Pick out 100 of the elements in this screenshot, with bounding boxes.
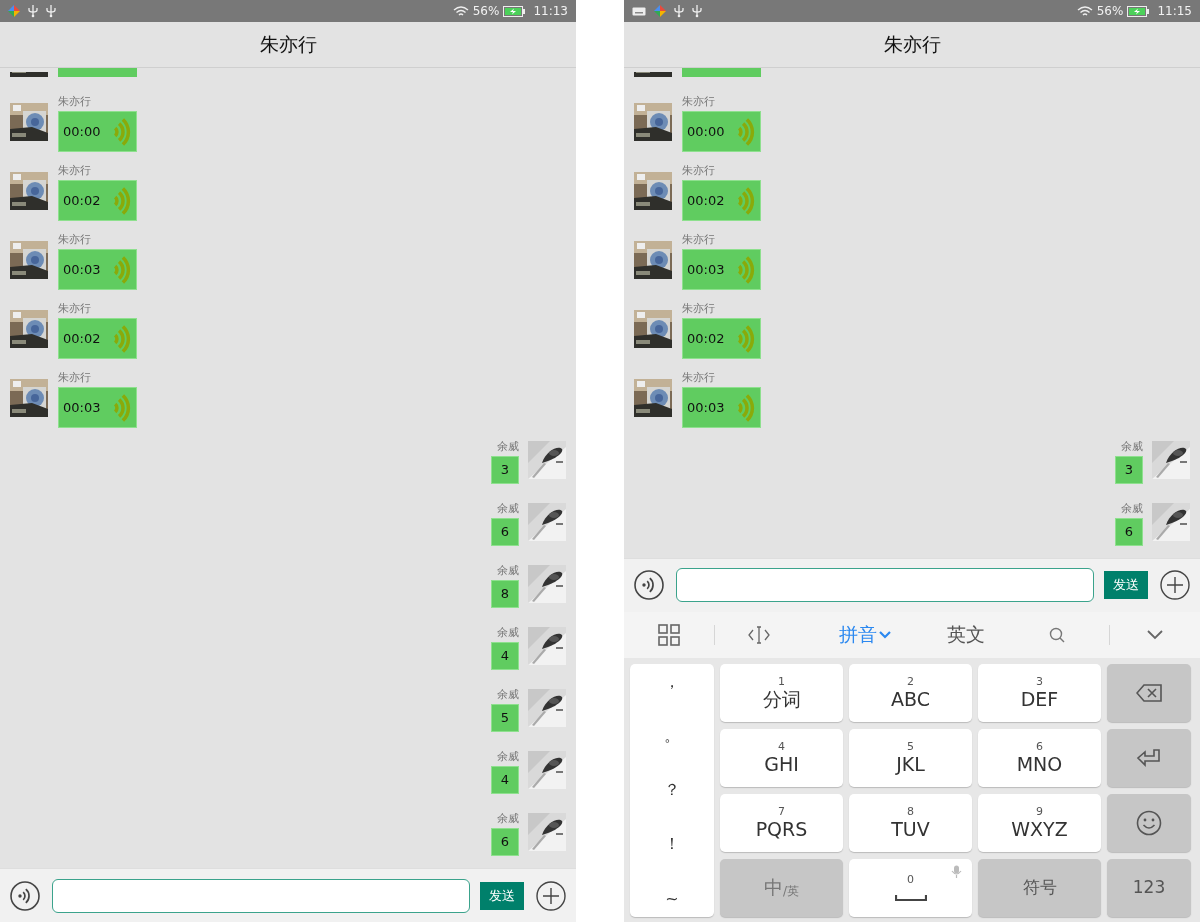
keyboard-mode-tab[interactable]: 英文 [947, 620, 985, 649]
pinwheel-icon [654, 5, 666, 17]
message-bubble: 4 [491, 766, 519, 794]
duration-text: 00:02 [687, 329, 725, 348]
usb-icon [46, 4, 56, 18]
sender-name: 朱亦行 [682, 164, 715, 178]
duration-text: 00:03 [687, 398, 725, 417]
duration-text: 00:02 [687, 191, 725, 210]
duration-text: 00:03 [63, 260, 101, 279]
sender-name: 余威 [497, 564, 519, 578]
chat-title: 朱亦行 [883, 32, 941, 58]
keyboard-key[interactable]: 9 WXYZ [978, 793, 1101, 852]
add-icon[interactable] [536, 880, 566, 911]
sender-name: 朱亦行 [682, 233, 715, 247]
message-bubble: 6 [491, 828, 519, 856]
usb-icon [28, 4, 38, 18]
sender-name: 余威 [497, 750, 519, 764]
grid-icon[interactable] [658, 623, 680, 646]
punctuation-key[interactable]: ！ [630, 832, 714, 857]
sender-name: 朱亦行 [58, 371, 91, 385]
usb-icon [674, 4, 684, 18]
keyboard-key[interactable]: 4 GHI [720, 728, 843, 787]
keyboard-key[interactable]: 7 PQRS [720, 793, 843, 852]
message-input[interactable] [52, 878, 470, 913]
voice-message[interactable]: 00:03 [58, 387, 137, 428]
emoji-key[interactable] [1107, 793, 1191, 852]
voice-input-icon[interactable] [10, 880, 40, 911]
enter-icon [1136, 748, 1162, 767]
backspace-key[interactable] [1107, 663, 1191, 722]
duration-text: 00:03 [687, 260, 725, 279]
keyboard-key[interactable]: 6 MNO [978, 728, 1101, 787]
voice-message[interactable]: 00:00 [682, 111, 761, 152]
voice-message[interactable]: 00:02 [58, 180, 137, 221]
battery-percent: 56% [472, 3, 500, 20]
message-bubble: 3 [1115, 456, 1143, 484]
message-input[interactable] [676, 568, 1094, 602]
battery-icon [503, 5, 526, 17]
duration-text: 00:02 [63, 191, 101, 210]
message-bubble: 8 [491, 580, 519, 608]
voice-input-icon[interactable] [634, 570, 664, 600]
sender-name: 余威 [497, 688, 519, 702]
duration-text: 00:00 [687, 122, 725, 141]
emoji-icon [1136, 809, 1162, 836]
add-icon[interactable] [1160, 570, 1190, 600]
sender-name: 朱亦行 [58, 95, 91, 109]
search-icon[interactable] [1049, 626, 1065, 643]
backspace-icon [1136, 683, 1162, 702]
chat-title: 朱亦行 [259, 32, 317, 58]
punctuation-key[interactable]: ， [630, 669, 714, 694]
microphone-icon [951, 864, 962, 878]
voice-message[interactable]: 00:03 [58, 249, 137, 290]
message-bubble: 6 [1115, 518, 1143, 546]
message-bubble: 3 [491, 456, 519, 484]
voice-message[interactable]: 00:03 [682, 249, 761, 290]
voice-message[interactable]: 00:02 [58, 318, 137, 359]
sender-name: 朱亦行 [682, 302, 715, 316]
voice-message[interactable]: 00:03 [682, 387, 761, 428]
wifi-icon [452, 5, 469, 17]
sender-name: 余威 [497, 440, 519, 454]
sender-name: 朱亦行 [58, 302, 91, 316]
sender-name: 余威 [497, 626, 519, 640]
space-bar-icon [894, 894, 927, 902]
status-time: 11:15 [1157, 3, 1192, 20]
voice-message[interactable]: 00:00 [58, 111, 137, 152]
keyboard-key[interactable]: 3 DEF [978, 663, 1101, 722]
enter-key[interactable] [1107, 728, 1191, 787]
send-button[interactable]: 发送 [1104, 571, 1148, 599]
send-button[interactable]: 发送 [480, 881, 524, 910]
collapse-chevron-icon[interactable] [1147, 629, 1163, 640]
message-bubble: 4 [491, 642, 519, 670]
punctuation-key[interactable]: ？ [630, 778, 714, 802]
wifi-icon [1076, 5, 1093, 17]
keyboard-key[interactable]: 2 ABC [849, 663, 972, 722]
sender-name: 余威 [1121, 440, 1143, 454]
status-time: 11:13 [533, 3, 568, 20]
voice-message[interactable]: 00:02 [682, 318, 761, 359]
duration-text: 00:02 [63, 329, 101, 348]
message-bubble: 5 [491, 704, 519, 732]
battery-icon [1127, 5, 1150, 17]
sender-name: 朱亦行 [682, 371, 715, 385]
punctuation-key[interactable]: 。 [630, 723, 714, 748]
duration-text: 00:00 [63, 122, 101, 141]
battery-percent: 56% [1096, 3, 1124, 20]
message-bubble: 6 [491, 518, 519, 546]
sender-name: 朱亦行 [682, 95, 715, 109]
keyboard-key[interactable]: 8 TUV [849, 793, 972, 852]
punctuation-key[interactable]: ~ [630, 886, 714, 911]
voice-message[interactable]: 00:02 [682, 180, 761, 221]
usb-icon [692, 4, 702, 18]
space-key[interactable]: 0 [849, 858, 972, 917]
sender-name: 余威 [1121, 502, 1143, 516]
sender-name: 余威 [497, 812, 519, 826]
keyboard-key[interactable]: 符号 [978, 858, 1101, 917]
keyboard-key[interactable]: 1 分词 [720, 663, 843, 722]
pinwheel-icon [8, 5, 20, 17]
sender-name: 朱亦行 [58, 164, 91, 178]
caret-icon [879, 630, 891, 639]
keyboard-key[interactable]: 123 [1107, 858, 1191, 917]
text-cursor-icon[interactable] [748, 624, 770, 645]
keyboard-key[interactable]: 5 JKL [849, 728, 972, 787]
